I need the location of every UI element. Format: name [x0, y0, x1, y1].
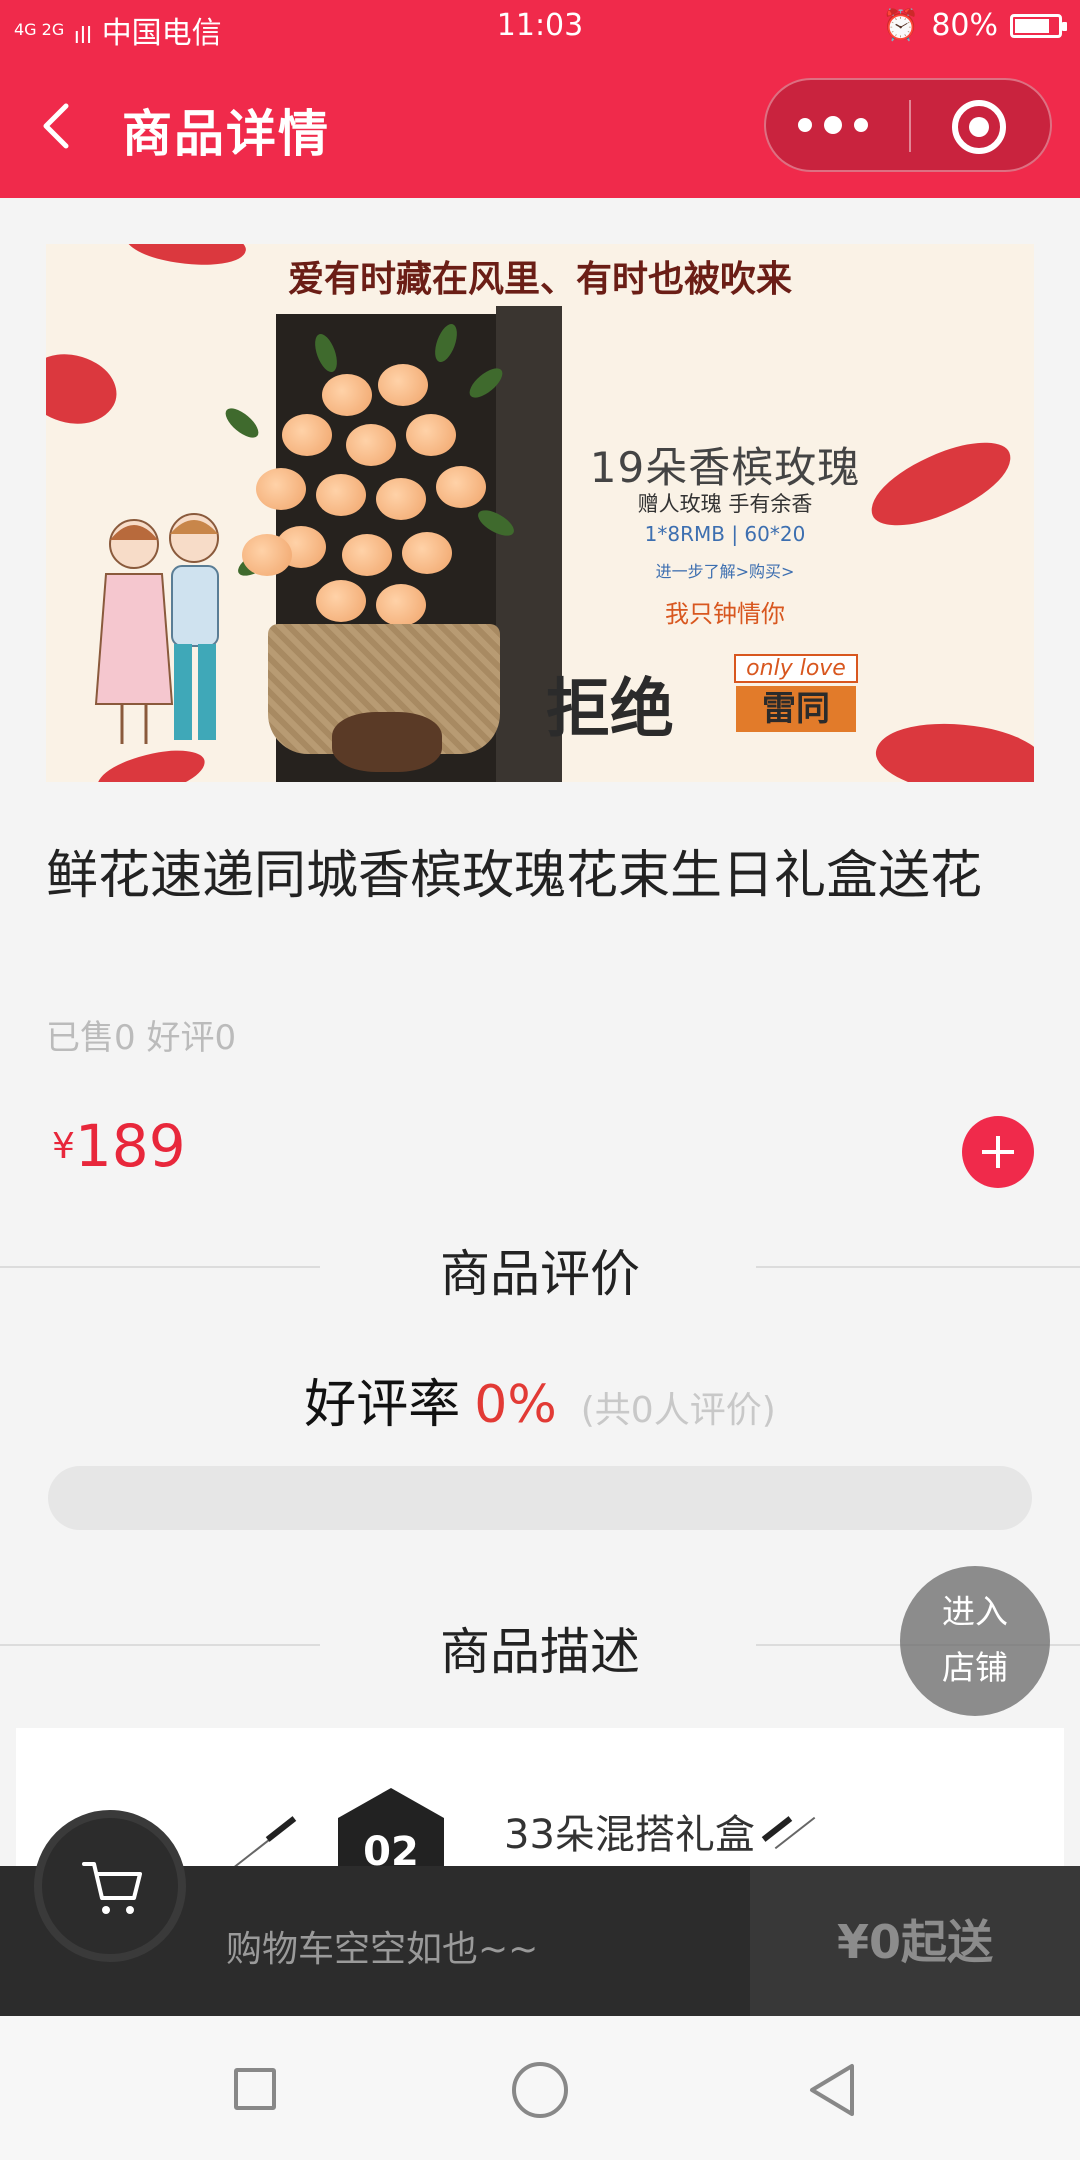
petal-decoration	[46, 336, 128, 442]
rose	[322, 374, 372, 416]
sales-stats: 已售0 好评0	[46, 1018, 237, 1058]
page-title: 商品详情	[122, 105, 330, 163]
couple-illustration	[94, 513, 219, 744]
banner-tagline: 爱有时藏在风里、有时也被吹来	[287, 258, 792, 300]
rating-summary: 好评率 0% (共0人评价)	[0, 1362, 1080, 1437]
alarm-icon: ⏰	[881, 8, 920, 43]
rose	[316, 474, 366, 516]
rating-count: (共0人评价)	[580, 1390, 776, 1431]
battery-fill	[1015, 18, 1049, 33]
banner-big-text: 拒绝	[546, 672, 674, 747]
product-title: 鲜花速递同城香槟玫瑰花束生日礼盒送花	[46, 846, 983, 906]
banner-spec: 1*8RMB | 60*20	[644, 522, 806, 546]
rating-percent: 0%	[474, 1375, 557, 1435]
home-icon[interactable]	[512, 2062, 568, 2118]
banner-big-text-2: 雷同	[736, 686, 856, 732]
back-triangle-icon[interactable]	[806, 2062, 858, 2118]
reviews-section-title: 商品评价	[440, 1245, 640, 1303]
rose	[316, 580, 366, 622]
currency-symbol: ¥	[52, 1126, 75, 1167]
petal-decoration	[871, 709, 1034, 782]
banner-slogan: 我只钟情你	[665, 600, 785, 628]
banner-headline: 19朵香槟玫瑰	[589, 443, 861, 492]
add-to-cart-button[interactable]	[962, 1116, 1034, 1188]
product-banner-image[interactable]: 爱有时藏在风里、有时也被吹来 19朵香槟玫瑰 赠人玫瑰 手有余香 1*8RMB …	[46, 244, 1034, 782]
rating-label: 好评率	[304, 1375, 461, 1435]
rose	[346, 424, 396, 466]
product-price: ¥189	[52, 1112, 186, 1180]
more-dots-icon	[854, 118, 868, 132]
more-dots-icon	[798, 118, 812, 132]
price-value: 189	[74, 1112, 186, 1180]
enter-store-line1: 进入	[942, 1592, 1008, 1631]
rose	[242, 534, 292, 576]
target-close-icon	[969, 117, 989, 137]
mini-program-capsule	[764, 78, 1052, 172]
rose	[376, 478, 426, 520]
cart-button[interactable]	[34, 1810, 186, 1962]
rose	[402, 532, 452, 574]
enter-store-button[interactable]: 进入 店铺	[900, 1566, 1050, 1716]
rose	[282, 414, 332, 456]
rose	[376, 584, 426, 626]
rose	[342, 534, 392, 576]
rose	[256, 468, 306, 510]
chevron-left-icon	[43, 103, 69, 149]
battery-icon	[1010, 13, 1067, 38]
rose	[436, 466, 486, 508]
enter-store-line2: 店铺	[942, 1648, 1008, 1687]
back-button[interactable]	[30, 96, 90, 156]
shopping-cart-icon	[82, 1862, 142, 1914]
rating-progress-bar	[48, 1466, 1032, 1530]
cart-empty-text: 购物车空空如也~~	[226, 1929, 539, 1970]
status-right: ⏰ 80%	[881, 8, 1067, 43]
leaf	[220, 403, 264, 443]
battery-percent: 80%	[931, 8, 998, 43]
recent-apps-icon[interactable]	[234, 2068, 276, 2110]
minimum-order-button[interactable]: ¥0起送	[750, 1906, 1080, 1972]
banner-subline: 赠人玫瑰 手有余香	[637, 492, 813, 516]
banner-link: 进一步了解>购买>	[655, 562, 795, 581]
capsule-divider	[909, 100, 911, 152]
close-button[interactable]	[952, 100, 1006, 154]
more-dots-icon	[824, 116, 842, 134]
rose	[378, 364, 428, 406]
description-caption: 33朵混搭礼盒	[504, 1812, 755, 1858]
ribbon-bow	[332, 712, 442, 772]
status-bar: 4G 2G ıll 中国电信 11:03 ⏰ 80%	[0, 0, 1080, 56]
header-bar: 商品详情	[0, 56, 1080, 198]
more-button[interactable]	[798, 106, 878, 146]
rose	[406, 414, 456, 456]
banner-only-love: only love	[734, 654, 858, 683]
